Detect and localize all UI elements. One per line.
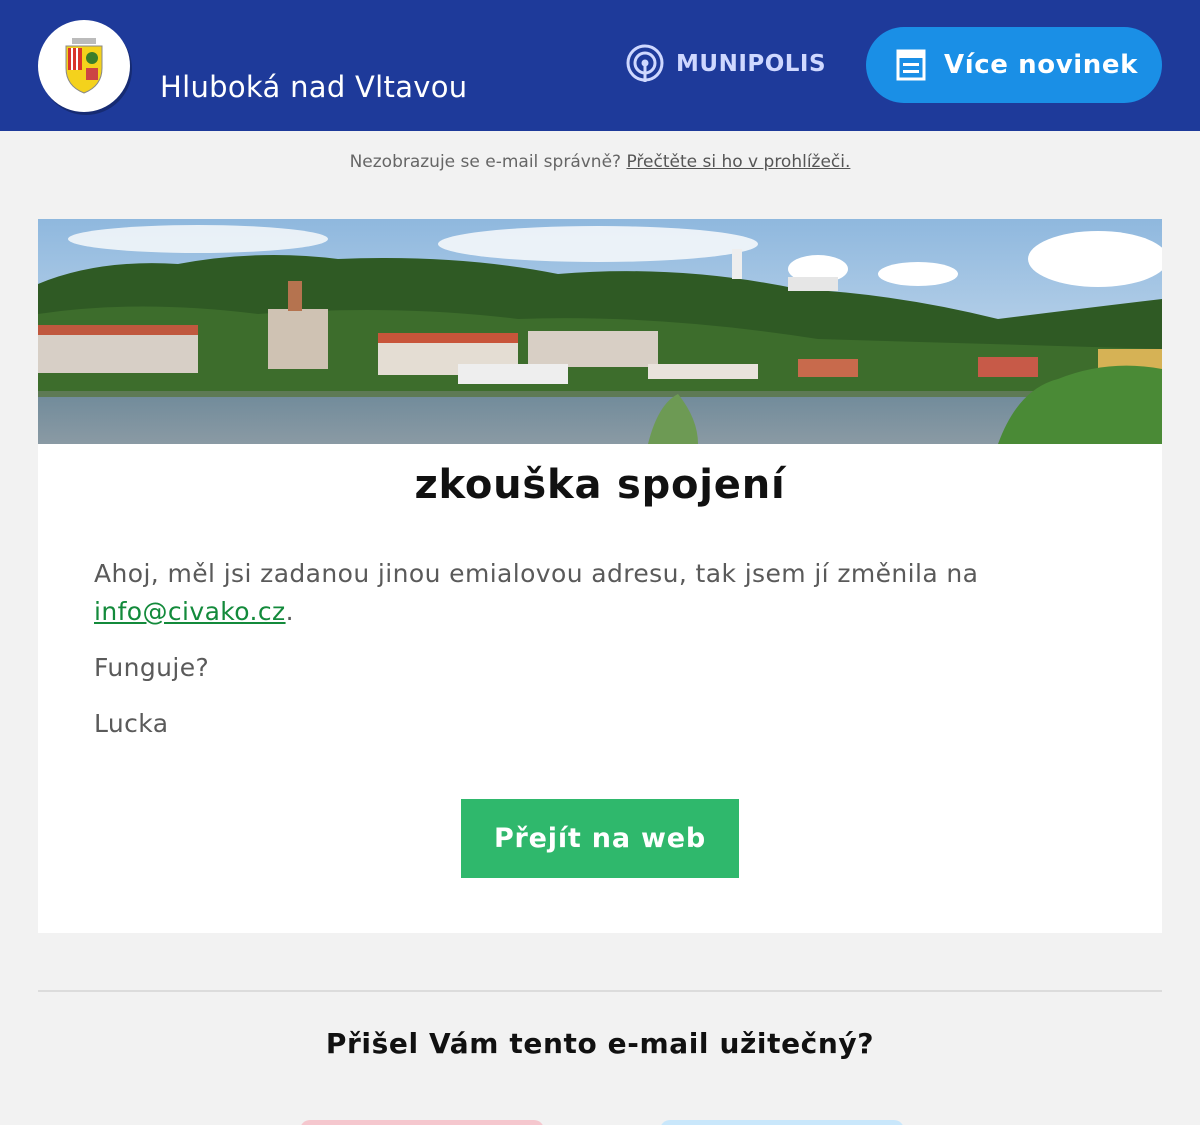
more-news-button[interactable]: Více novinek [866,27,1162,103]
feedback-question: Přišel Vám tento e-mail užitečný? [325,1027,875,1060]
paragraph-1: Ahoj, měl jsi zadanou jinou emialovou ad… [94,555,1104,631]
paragraph-1-end: . [285,597,294,626]
email-link[interactable]: info@civako.cz [94,597,286,626]
go-to-web-button[interactable]: Přejít na web [461,799,739,878]
signature: Lucka [94,709,169,738]
article-title: zkouška spojení [414,462,786,508]
divider [38,990,1162,992]
browser-notice: Nezobrazuje se e-mail správně? Přečtěte … [0,152,1200,172]
newspaper-icon [896,49,926,81]
notice-text: Nezobrazuje se e-mail správně? [349,152,622,172]
header: Hluboká nad Vltavou MUNIPOLIS Více novin… [0,0,1200,131]
banner-image [38,219,1162,444]
paragraph-1-text: Ahoj, měl jsi zadanou jinou emialovou ad… [94,559,979,588]
paragraph-2: Funguje? [94,653,210,682]
article-body: Ahoj, měl jsi zadanou jinou emialovou ad… [94,555,1104,761]
coat-of-arms-icon [65,38,103,94]
view-in-browser-link[interactable]: Přečtěte si ho v prohlížeči. [626,152,850,172]
brand-name: MUNIPOLIS [676,51,827,77]
town-name: Hluboká nad Vltavou [160,70,468,104]
munipolis-logo[interactable]: MUNIPOLIS [626,44,826,84]
broadcast-icon [626,44,664,82]
vote-yes-button[interactable] [660,1120,904,1125]
vote-no-button[interactable] [300,1120,544,1125]
more-news-label: Více novinek [944,50,1138,80]
town-logo[interactable] [38,20,130,112]
